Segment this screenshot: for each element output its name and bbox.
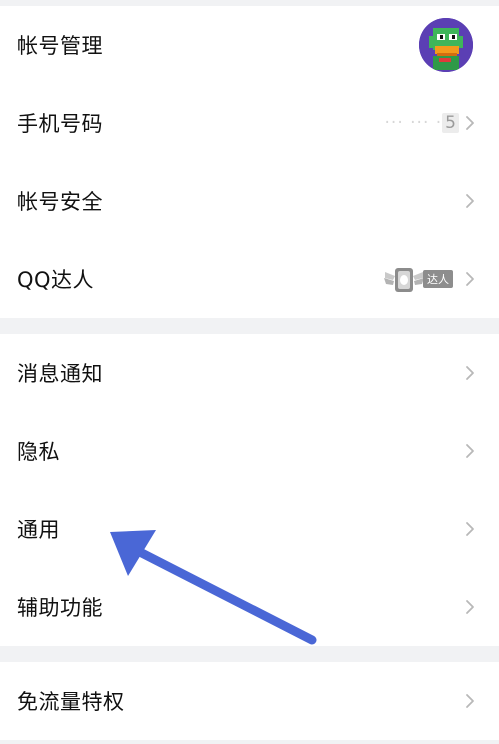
chevron-right-icon [466, 194, 474, 208]
free-data-privilege-label: 免流量特权 [17, 690, 125, 714]
accessibility-right [459, 599, 475, 615]
phone-last-digit: 5 [442, 113, 459, 133]
chevron-right-icon [466, 600, 474, 614]
qq-badge-tag: 达人 [423, 270, 453, 288]
chevron-right-icon [466, 366, 474, 380]
row-accessibility[interactable]: 辅助功能 [0, 568, 499, 646]
account-security-label: 帐号安全 [17, 190, 103, 214]
account-management-label: 帐号管理 [17, 34, 103, 58]
chevron-right-icon [466, 116, 474, 130]
privacy-label: 隐私 [17, 440, 60, 464]
free-data-right [459, 693, 475, 709]
security-right [459, 193, 475, 209]
notify-right [459, 365, 475, 381]
data-group: 免流量特权 [0, 662, 499, 740]
row-privacy[interactable]: 隐私 [0, 412, 499, 490]
chevron-right-icon [466, 522, 474, 536]
chevron-right-icon [466, 444, 474, 458]
winged-badge-icon [384, 268, 424, 292]
row-message-notification[interactable]: 消息通知 [0, 334, 499, 412]
general-label: 通用 [17, 518, 60, 542]
user-avatar[interactable] [419, 18, 473, 72]
account-group: 帐号管理 手机号码 ··· ··· · 5 帐号安全 QQ达人 达人 [0, 6, 499, 318]
row-account-security[interactable]: 帐号安全 [0, 162, 499, 240]
duck-avatar-icon [419, 18, 473, 72]
row-account-management[interactable]: 帐号管理 [0, 6, 499, 84]
phone-number-label: 手机号码 [17, 112, 103, 136]
chevron-right-icon [466, 694, 474, 708]
settings-group: 消息通知 隐私 通用 辅助功能 [0, 334, 499, 646]
qq-master-right: 达人 [383, 264, 475, 294]
general-right [459, 521, 475, 537]
phone-right: ··· ··· · 5 [385, 113, 475, 133]
chevron-right-icon [466, 272, 474, 286]
qq-master-label: QQ达人 [17, 268, 95, 292]
row-qq-master[interactable]: QQ达人 达人 [0, 240, 499, 318]
row-phone-number[interactable]: 手机号码 ··· ··· · 5 [0, 84, 499, 162]
phone-masked-value: ··· ··· · [384, 113, 443, 133]
accessibility-label: 辅助功能 [17, 596, 103, 620]
qq-master-badge: 达人 [383, 264, 453, 294]
row-general[interactable]: 通用 [0, 490, 499, 568]
privacy-right [459, 443, 475, 459]
message-notification-label: 消息通知 [17, 362, 103, 386]
row-free-data-privilege[interactable]: 免流量特权 [0, 662, 499, 740]
account-right [419, 18, 475, 72]
